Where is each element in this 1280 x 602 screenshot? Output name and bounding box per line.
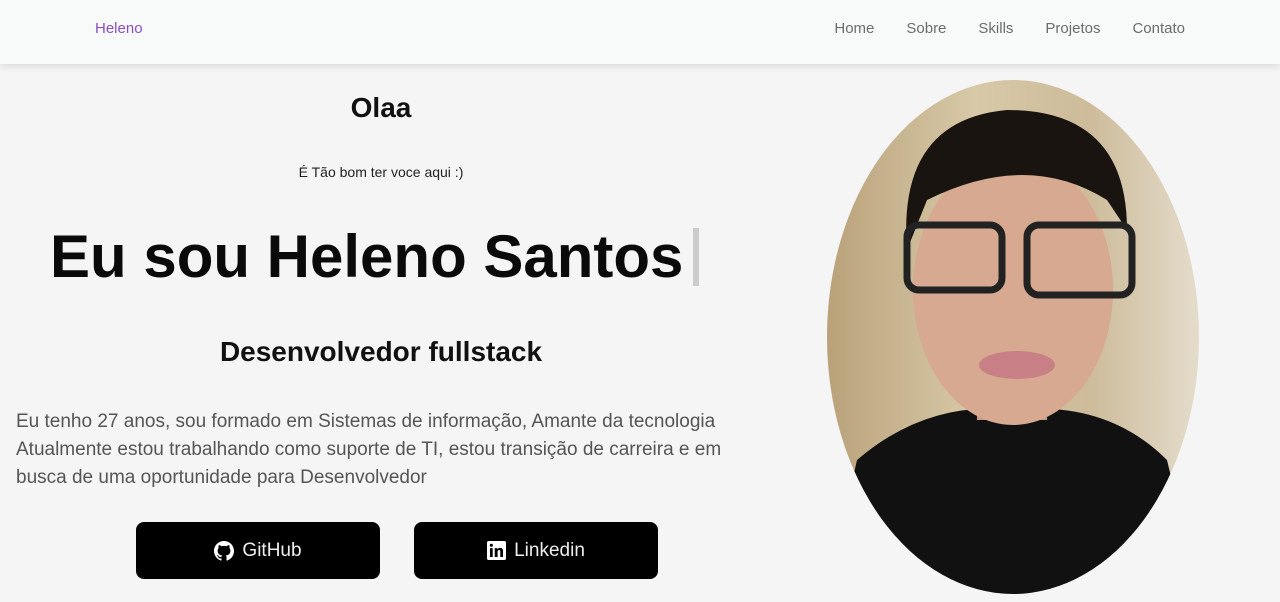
profile-photo	[827, 80, 1199, 594]
hero-name: Eu sou Heleno Santos	[50, 222, 700, 291]
greeting: Olaa	[350, 92, 412, 123]
github-label: GitHub	[242, 539, 302, 561]
role-title: Desenvolvedor fullstack	[219, 336, 543, 367]
github-icon	[214, 540, 235, 561]
subtitle: É Tão bom ter voce aqui :)	[298, 164, 464, 180]
hero-name-text: Eu sou Heleno Santos	[50, 223, 684, 290]
profile-photo-illustration	[827, 110, 1199, 594]
brand-link[interactable]: Heleno	[95, 20, 143, 37]
linkedin-label: Linkedin	[514, 539, 585, 561]
linkedin-button[interactable]: Linkedin	[414, 522, 658, 579]
github-button[interactable]: GitHub	[136, 522, 380, 579]
nav-projetos[interactable]: Projetos	[1045, 20, 1100, 37]
nav-skills[interactable]: Skills	[978, 20, 1013, 37]
navbar: Heleno Home Sobre Skills Projetos Contat…	[0, 0, 1280, 64]
bio-text: Eu tenho 27 anos, sou formado em Sistema…	[16, 411, 722, 488]
nav-sobre[interactable]: Sobre	[906, 20, 946, 37]
linkedin-icon	[487, 541, 507, 560]
nav-home[interactable]: Home	[834, 20, 874, 37]
nav-links: Home Sobre Skills Projetos Contato	[834, 20, 1185, 37]
nav-contato[interactable]: Contato	[1132, 20, 1185, 37]
typing-cursor	[693, 227, 700, 286]
